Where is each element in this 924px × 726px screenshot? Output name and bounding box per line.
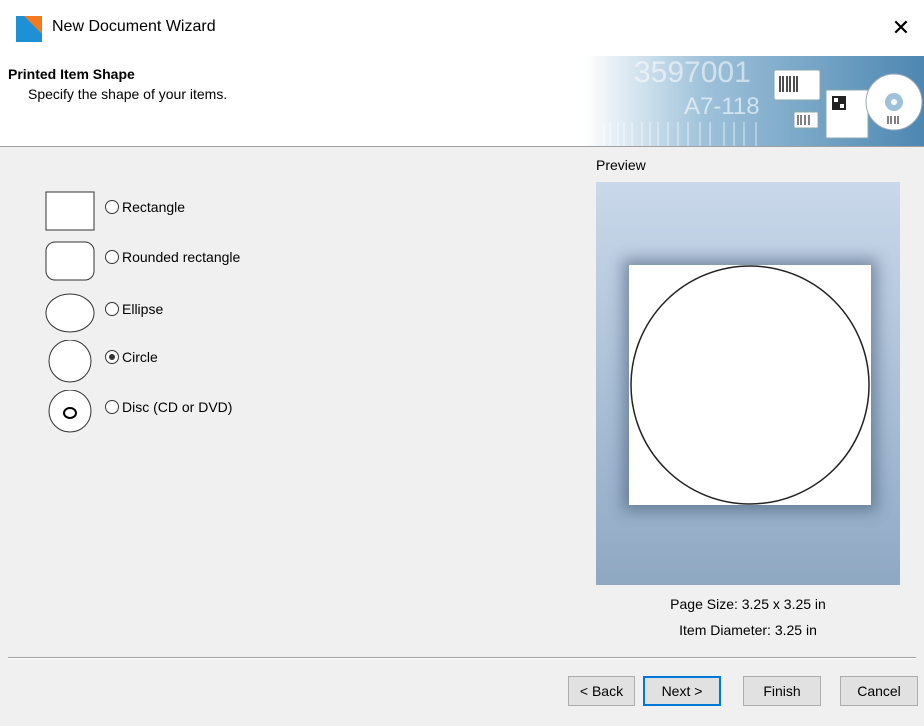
wizard-header: Printed Item Shape Specify the shape of … xyxy=(0,56,924,147)
preview-pane xyxy=(596,182,900,585)
radio-label: Rounded rectangle xyxy=(122,249,241,265)
ellipse-shape-icon xyxy=(45,293,95,333)
page-title: Printed Item Shape xyxy=(8,66,135,82)
radio-button[interactable] xyxy=(105,400,119,414)
app-logo-icon xyxy=(16,16,42,42)
preview-label: Preview xyxy=(596,157,646,173)
radio-label: Disc (CD or DVD) xyxy=(122,399,233,415)
back-button[interactable]: < Back xyxy=(568,676,635,706)
shape-option-disc[interactable]: Disc (CD or DVD) xyxy=(45,390,345,434)
shape-option-rectangle[interactable]: Rectangle xyxy=(45,190,345,234)
close-button[interactable]: ✕ xyxy=(878,0,924,56)
radio-button[interactable] xyxy=(105,250,119,264)
disc-shape-icon xyxy=(48,390,92,433)
preview-page xyxy=(629,265,871,505)
radio-label: Circle xyxy=(122,349,158,365)
title-bar: New Document Wizard ✕ xyxy=(0,0,924,56)
window-title: New Document Wizard xyxy=(52,18,216,35)
radio-circle[interactable]: Circle xyxy=(105,349,158,365)
item-diameter-info: Item Diameter: 3.25 in xyxy=(679,622,817,638)
radio-disc[interactable]: Disc (CD or DVD) xyxy=(105,399,232,415)
svg-text:A7-118: A7-118 xyxy=(684,93,760,120)
shape-option-rounded-rectangle[interactable]: Rounded rectangle xyxy=(45,240,345,284)
shape-option-ellipse[interactable]: Ellipse xyxy=(45,292,345,336)
radio-label: Ellipse xyxy=(122,301,164,317)
radio-ellipse[interactable]: Ellipse xyxy=(105,301,163,317)
rounded-rectangle-shape-icon xyxy=(45,241,95,281)
circle-shape-icon xyxy=(48,340,92,383)
radio-selected-dot xyxy=(109,354,115,360)
finish-button[interactable]: Finish xyxy=(743,676,821,706)
svg-text:3597001: 3597001 xyxy=(634,56,751,89)
page-subtitle: Specify the shape of your items. xyxy=(28,86,228,102)
cancel-button[interactable]: Cancel xyxy=(840,676,918,706)
radio-button[interactable] xyxy=(105,200,119,214)
preview-circle-shape xyxy=(630,265,870,505)
footer-divider xyxy=(8,657,916,659)
radio-rounded-rectangle[interactable]: Rounded rectangle xyxy=(105,249,240,265)
radio-button[interactable] xyxy=(105,302,119,316)
header-banner: 3597001 A7-118 xyxy=(584,56,924,146)
rectangle-shape-icon xyxy=(45,191,95,231)
radio-rectangle[interactable]: Rectangle xyxy=(105,199,185,215)
radio-label: Rectangle xyxy=(122,199,186,215)
next-button[interactable]: Next > xyxy=(643,676,721,706)
shape-option-circle[interactable]: Circle xyxy=(45,340,345,384)
page-size-info: Page Size: 3.25 x 3.25 in xyxy=(670,596,826,612)
radio-button-selected[interactable] xyxy=(105,350,119,364)
close-icon: ✕ xyxy=(891,15,911,40)
label-collage-icon: 3597001 A7-118 xyxy=(584,56,924,146)
